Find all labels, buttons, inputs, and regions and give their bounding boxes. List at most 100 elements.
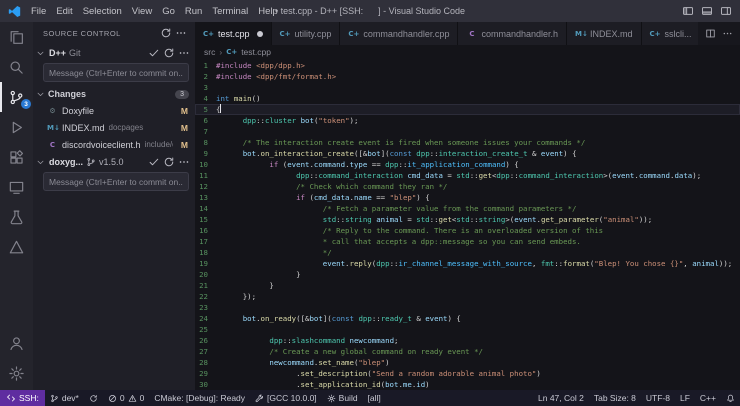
activity-manage[interactable] xyxy=(0,358,33,388)
h-icon: C xyxy=(466,30,477,38)
code-line: 16 /* Reply to the command. There is an … xyxy=(195,225,740,236)
menu-go[interactable]: Go xyxy=(157,4,180,19)
code-text: if (event.command.type == dpp::it_applic… xyxy=(216,159,519,170)
scm-file-row[interactable]: ⚙DoxyfileM xyxy=(33,102,195,119)
remote-icon xyxy=(6,393,16,403)
tab-utility.cpp[interactable]: C+utility.cpp xyxy=(272,22,341,45)
run-and-debug-icon xyxy=(8,119,25,136)
line-number: 5 xyxy=(195,104,216,115)
activity-accounts[interactable] xyxy=(0,328,33,358)
more-actions-icon[interactable] xyxy=(178,47,190,59)
split-editor-icon[interactable] xyxy=(705,28,716,39)
line-number: 27 xyxy=(195,346,216,357)
status-notifications[interactable] xyxy=(721,390,740,406)
code-text: dpp::slashcommand newcommand; xyxy=(216,335,398,346)
status-cmake-target[interactable]: [all] xyxy=(363,390,386,406)
branch-icon xyxy=(86,157,96,167)
section-changes[interactable]: Changes3 xyxy=(33,86,195,102)
repo-header[interactable]: D++Git xyxy=(33,44,195,62)
commit-icon[interactable] xyxy=(148,47,160,59)
window-title: • test.cpp - D++ [SSH: ] - Visual Studio… xyxy=(275,6,465,16)
scm-file-row[interactable]: M↓INDEX.mddocpagesM xyxy=(33,119,195,136)
status-cursor-position[interactable]: Ln 47, Col 2 xyxy=(533,390,589,406)
menu-file[interactable]: File xyxy=(26,4,51,19)
status-git-branch[interactable]: dev* xyxy=(45,390,84,406)
code-text: bot.on_ready([&bot](const dpp::ready_t &… xyxy=(216,313,461,324)
code-text: /* Check which command they ran */ xyxy=(216,181,447,192)
remote-indicator[interactable]: SSH: xyxy=(0,390,45,406)
line-number: 20 xyxy=(195,269,216,280)
code-line: 5{ xyxy=(195,104,740,115)
code-text: /* Fetch a parameter value from the comm… xyxy=(216,203,576,214)
commit-message-input[interactable] xyxy=(43,63,189,82)
refresh-icon[interactable] xyxy=(163,47,175,59)
refresh-icon[interactable] xyxy=(160,27,172,39)
activity-search[interactable] xyxy=(0,52,33,82)
menu-view[interactable]: View xyxy=(127,4,157,19)
status-right: Ln 47, Col 2Tab Size: 8UTF-8 LF C++ xyxy=(533,390,740,406)
status-eol[interactable]: LF xyxy=(675,390,695,406)
breadcrumb-item[interactable]: src xyxy=(204,47,215,57)
accounts-icon xyxy=(8,335,25,352)
more-actions-icon[interactable] xyxy=(178,156,190,168)
toggle-panel-icon[interactable] xyxy=(701,5,713,17)
line-number: 29 xyxy=(195,368,216,379)
activity-cmake[interactable] xyxy=(0,232,33,262)
menu-terminal[interactable]: Terminal xyxy=(207,4,253,19)
activity-source-control[interactable]: 3 xyxy=(0,82,33,112)
activity-extensions[interactable] xyxy=(0,142,33,172)
activity-bar-bottom xyxy=(0,328,33,390)
menu-selection[interactable]: Selection xyxy=(78,4,127,19)
tab-sslcli...[interactable]: C+sslcli... xyxy=(642,22,698,45)
tab-commandhandler.cpp[interactable]: C+commandhandler.cpp xyxy=(340,22,458,45)
vscode-logo-icon xyxy=(8,5,21,18)
status-language-mode[interactable]: C++ xyxy=(695,390,721,406)
explorer-icon xyxy=(8,29,25,46)
line-number: 24 xyxy=(195,313,216,324)
tab-test.cpp[interactable]: C+test.cpp xyxy=(195,22,272,45)
scm-file-row[interactable]: Cdiscordvoiceclient.hinclude/d...M xyxy=(33,136,195,153)
activity-run-and-debug[interactable] xyxy=(0,112,33,142)
status-cmake-status[interactable]: CMake: [Debug]: Ready xyxy=(149,390,250,406)
repo-header[interactable]: doxyg...v1.5.0 xyxy=(33,153,195,171)
tab-commandhandler.h[interactable]: Ccommandhandler.h xyxy=(458,22,567,45)
cursor-caret xyxy=(220,104,221,113)
code-text: dpp::command_interaction cmd_data = std:… xyxy=(216,170,701,181)
code-text: #include <dpp/fmt/format.h> xyxy=(216,71,336,82)
editor-group: C+test.cppC+utility.cppC+commandhandler.… xyxy=(195,22,740,390)
tab-bar: C+test.cppC+utility.cppC+commandhandler.… xyxy=(195,22,740,45)
status-sync[interactable] xyxy=(84,390,103,406)
status-cmake-build[interactable]: Build xyxy=(322,390,363,406)
code-line: 19 event.reply(dpp::ir_channel_message_w… xyxy=(195,258,740,269)
activity-explorer[interactable] xyxy=(0,22,33,52)
activity-testing[interactable] xyxy=(0,202,33,232)
code-line: 18 */ xyxy=(195,247,740,258)
tab-INDEX.md[interactable]: M↓INDEX.md xyxy=(567,22,642,45)
breadcrumb-item[interactable]: test.cpp xyxy=(241,47,271,57)
breadcrumb-separator: › xyxy=(219,47,222,57)
menu-run[interactable]: Run xyxy=(180,4,207,19)
more-actions-icon[interactable] xyxy=(175,27,187,39)
line-number: 30 xyxy=(195,379,216,390)
status-cmake-kit[interactable]: [GCC 10.0.0] xyxy=(250,390,322,406)
status-label: LF xyxy=(680,393,690,403)
menu-edit[interactable]: Edit xyxy=(51,4,77,19)
layout-controls xyxy=(682,5,732,17)
more-actions-icon[interactable] xyxy=(722,28,733,39)
code-line: 15 std::string animal = std::get<std::st… xyxy=(195,214,740,225)
commit-message-input[interactable] xyxy=(43,172,189,191)
sidebar-header: SOURCE CONTROL xyxy=(33,22,195,44)
toggle-primary-sidebar-icon[interactable] xyxy=(682,5,694,17)
toggle-secondary-sidebar-icon[interactable] xyxy=(720,5,732,17)
cpp-icon: C+ xyxy=(280,30,291,38)
line-number: 9 xyxy=(195,148,216,159)
status-encoding[interactable]: UTF-8 xyxy=(641,390,675,406)
code-text: */ xyxy=(216,247,332,258)
status-indentation[interactable]: Tab Size: 8 xyxy=(589,390,641,406)
status-problems[interactable]: 00 xyxy=(103,390,149,406)
code-text: if (cmd_data.name == "blep") { xyxy=(216,192,430,203)
commit-icon[interactable] xyxy=(148,156,160,168)
editor[interactable]: 1#include <dpp/dpp.h>2#include <dpp/fmt/… xyxy=(195,59,740,390)
activity-remote-explorer[interactable] xyxy=(0,172,33,202)
refresh-icon[interactable] xyxy=(163,156,175,168)
